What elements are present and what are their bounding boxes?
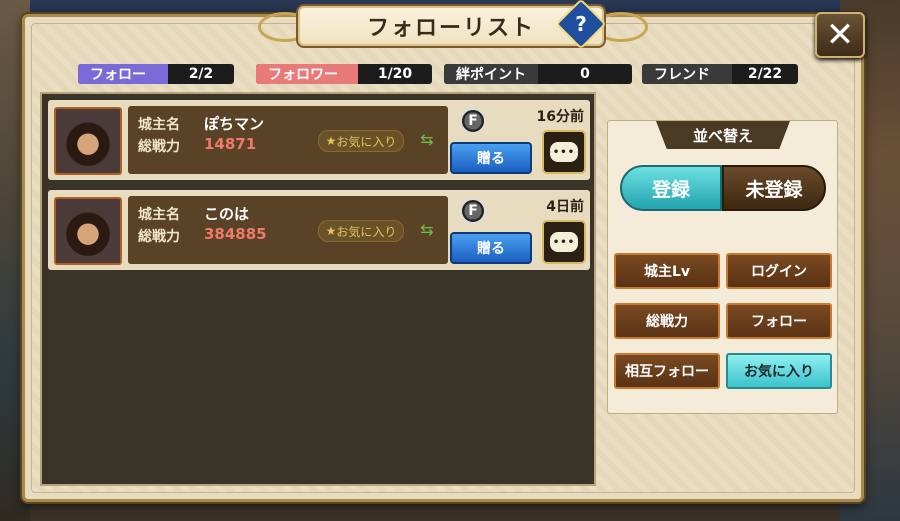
stat-friend-value: 2/22 bbox=[747, 66, 783, 82]
stat-bond-label: 絆ポイント bbox=[444, 64, 538, 84]
star-icon: ★ bbox=[325, 134, 337, 148]
player-power: 14871 bbox=[204, 135, 257, 153]
favorite-badge[interactable]: ★ お気に入り bbox=[318, 220, 404, 242]
player-name: ぽちマン bbox=[204, 115, 265, 133]
chat-icon: ••• bbox=[550, 142, 578, 162]
favorite-label: お気に入り bbox=[336, 134, 397, 149]
power-label: 総戦力 bbox=[138, 139, 180, 155]
list-item[interactable]: 城主名 このは 総戦力 384885 ★ お気に入り ⇆ F 4日前 贈る ••… bbox=[48, 190, 590, 270]
sort-follow-button[interactable]: フォロー bbox=[726, 303, 832, 339]
stat-friend: フレンド 2/22 bbox=[642, 64, 798, 84]
stat-follower-label: フォロワー bbox=[256, 64, 358, 84]
list-item[interactable]: 城主名 ぽちマン 総戦力 14871 ★ お気に入り ⇆ F 16分前 贈る •… bbox=[48, 100, 590, 180]
name-label: 城主名 bbox=[138, 117, 180, 133]
player-info: 城主名 ぽちマン 総戦力 14871 ★ お気に入り ⇆ bbox=[128, 106, 448, 174]
name-label: 城主名 bbox=[138, 207, 180, 223]
mutual-follow-icon: ⇆ bbox=[420, 129, 434, 149]
sort-castle-level-button[interactable]: 城主Lv bbox=[614, 253, 720, 289]
close-icon: ✕ bbox=[825, 15, 855, 55]
avatar[interactable] bbox=[54, 197, 122, 265]
player-info: 城主名 このは 総戦力 384885 ★ お気に入り ⇆ bbox=[128, 196, 448, 264]
favorite-badge[interactable]: ★ お気に入り bbox=[318, 130, 404, 152]
sort-title: 並べ替え bbox=[656, 121, 790, 149]
stat-friend-label: フレンド bbox=[642, 64, 732, 84]
player-name: このは bbox=[204, 205, 250, 223]
close-button[interactable]: ✕ bbox=[815, 12, 865, 58]
f-badge-icon: F bbox=[460, 198, 486, 224]
last-login-time: 16分前 bbox=[536, 109, 584, 125]
follow-list[interactable]: 城主名 ぽちマン 総戦力 14871 ★ お気に入り ⇆ F 16分前 贈る •… bbox=[40, 92, 596, 486]
stat-bond-value: 0 bbox=[580, 66, 590, 82]
sort-panel: 並べ替え 登録 未登録 城主Lv ログイン 総戦力 フォロー 相互フォロー お気… bbox=[607, 120, 838, 414]
dialog-title: フォローリスト bbox=[366, 16, 535, 41]
filter-unregistered-tab[interactable]: 未登録 bbox=[722, 165, 826, 211]
sort-login-button[interactable]: ログイン bbox=[726, 253, 832, 289]
sort-mutual-follow-button[interactable]: 相互フォロー bbox=[614, 353, 720, 389]
chat-icon: ••• bbox=[550, 232, 578, 252]
sort-favorite-button[interactable]: お気に入り bbox=[726, 353, 832, 389]
last-login-time: 4日前 bbox=[546, 199, 584, 215]
stat-follower-value: 1/20 bbox=[377, 66, 413, 82]
stat-follow: フォロー 2/2 bbox=[78, 64, 234, 84]
power-label: 総戦力 bbox=[138, 229, 180, 245]
favorite-label: お気に入り bbox=[336, 224, 397, 239]
stat-follow-label: フォロー bbox=[78, 64, 168, 84]
star-icon: ★ bbox=[325, 224, 337, 238]
sort-power-button[interactable]: 総戦力 bbox=[614, 303, 720, 339]
gift-button[interactable]: 贈る bbox=[450, 232, 532, 264]
chat-button[interactable]: ••• bbox=[542, 220, 586, 264]
mutual-follow-icon: ⇆ bbox=[420, 219, 434, 239]
filter-registered-tab[interactable]: 登録 bbox=[620, 165, 722, 211]
stat-bond-points: 絆ポイント 0 bbox=[444, 64, 632, 84]
f-badge-icon: F bbox=[460, 108, 486, 134]
gift-button[interactable]: 贈る bbox=[450, 142, 532, 174]
stat-follower: フォロワー 1/20 bbox=[256, 64, 432, 84]
help-icon[interactable]: ? bbox=[563, 6, 599, 42]
chat-button[interactable]: ••• bbox=[542, 130, 586, 174]
player-power: 384885 bbox=[204, 225, 267, 243]
avatar[interactable] bbox=[54, 107, 122, 175]
stat-follow-value: 2/2 bbox=[188, 66, 214, 82]
